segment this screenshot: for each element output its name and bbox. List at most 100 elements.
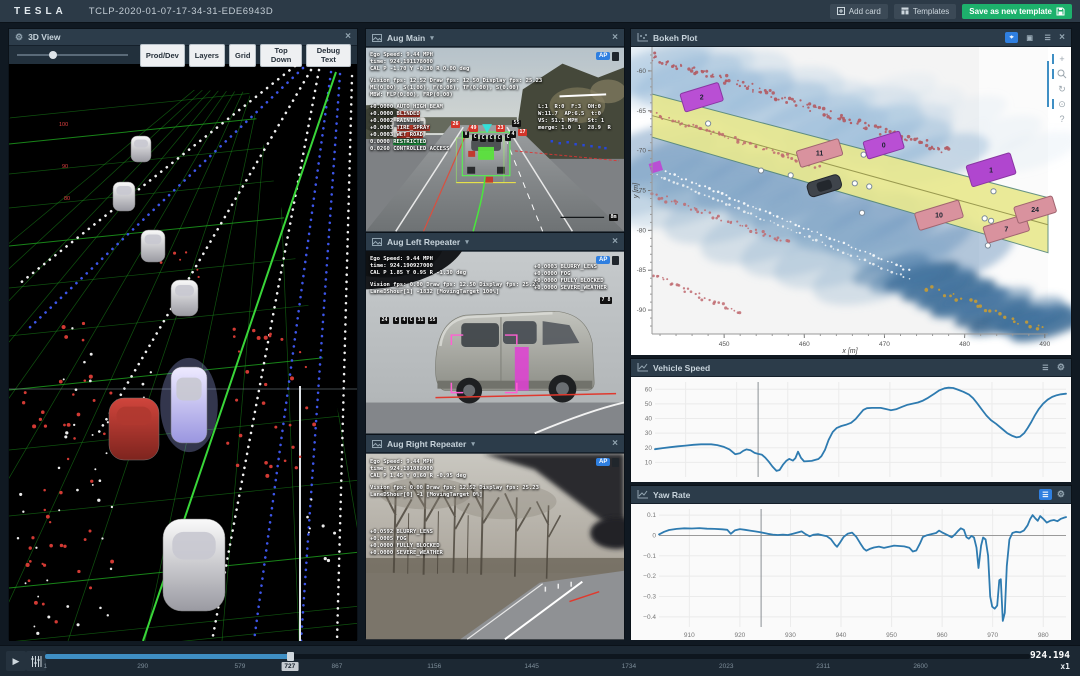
yaw-chart[interactable]: 9109209309409509609709800.10−0.1−0.2−0.3…: [631, 504, 1071, 640]
chevron-down-icon[interactable]: ▾: [465, 238, 469, 246]
play-button[interactable]: ▶: [6, 651, 26, 671]
legend-icon[interactable]: ☰: [1039, 489, 1052, 500]
view3d-button-grid[interactable]: Grid: [229, 44, 256, 67]
timeline-tick: 2023: [719, 663, 733, 670]
svg-text:0.1: 0.1: [647, 512, 656, 519]
svg-text:970: 970: [987, 632, 998, 639]
ap-badge: AP: [596, 52, 610, 60]
image-icon: [372, 238, 382, 246]
bokeh-toolbar: + ↻ ⊙ ?: [1056, 53, 1068, 125]
view3d-button-top-down[interactable]: Top Down: [260, 44, 301, 67]
ap-badge: AP: [596, 458, 610, 466]
svg-text:x [m]: x [m]: [841, 348, 858, 355]
view3d-canvas[interactable]: 1009080: [9, 64, 357, 641]
bokeh-canvas[interactable]: 2110110724450460470480490-60-65-70-75-80…: [631, 47, 1071, 355]
hud-fps: Vision fps: 0.00 Draw fps: 12.52 Display…: [370, 485, 539, 499]
svg-text:930: 930: [785, 632, 796, 639]
playback-timestamp: 924.194: [1030, 650, 1070, 661]
svg-text:10: 10: [645, 459, 653, 466]
ap-badge-side: [612, 52, 619, 61]
panel-title: Vehicle Speed: [653, 363, 710, 373]
svg-text:0: 0: [882, 143, 886, 150]
timeline-labels: 1290579867115614451734202323112600727: [45, 646, 1030, 676]
scatter-icon: [637, 33, 648, 42]
playback-rate: x1: [1060, 662, 1070, 671]
close-icon[interactable]: ×: [345, 32, 351, 42]
close-icon[interactable]: ×: [612, 33, 618, 43]
detection-badge: 7 8: [600, 297, 612, 304]
svg-text:1: 1: [989, 167, 993, 174]
save-template-button[interactable]: Save as new template: [962, 4, 1072, 19]
crosshair-tool-icon[interactable]: ⌖: [1005, 32, 1018, 43]
view3d-button-layers[interactable]: Layers: [189, 44, 225, 67]
tesla-logo: TESLA: [14, 6, 67, 17]
gear-icon: ⚙: [15, 33, 23, 42]
legend-icon[interactable]: ☰: [1041, 32, 1054, 43]
timeline-tick: 2311: [816, 663, 830, 670]
hud-env: +0.0592 BLURRY_LENS+0.0005 FOG+0.0000 FU…: [370, 529, 443, 557]
speed-chart[interactable]: 102030405060: [631, 377, 1071, 482]
box-zoom-tool-icon[interactable]: [1056, 68, 1068, 80]
gear-icon[interactable]: ⚙: [1057, 490, 1065, 499]
image-icon: [372, 440, 382, 448]
view3d-button-debug-text[interactable]: Debug Text: [306, 44, 351, 67]
svg-text:7: 7: [1004, 226, 1008, 233]
detection-badge: 4: [401, 317, 407, 324]
image-tool-icon[interactable]: ▣: [1023, 32, 1036, 43]
close-icon[interactable]: ×: [612, 439, 618, 449]
plus-square-icon: [837, 7, 845, 15]
ap-badge-side: [612, 256, 619, 265]
pan-tool-icon[interactable]: +: [1056, 53, 1068, 65]
svg-text:20: 20: [645, 445, 653, 452]
svg-text:-85: -85: [637, 267, 647, 274]
detection-badge: 49: [469, 125, 478, 132]
wheel-zoom-tool-icon[interactable]: ⊙: [1056, 98, 1068, 110]
timeline-tick: 867: [332, 663, 343, 670]
svg-text:-65: -65: [637, 108, 647, 115]
timeline-tick: 1734: [622, 663, 636, 670]
panel-title: Aug Main: [387, 33, 425, 43]
aug-right-view[interactable]: Ego Speed: 9.44 MPHtime: 924.191088000CA…: [366, 453, 624, 640]
svg-text:960: 960: [937, 632, 948, 639]
timeline-tick: 1: [44, 663, 48, 670]
reset-tool-icon[interactable]: ↻: [1056, 83, 1068, 95]
chevron-down-icon[interactable]: ▾: [430, 34, 434, 42]
svg-text:490: 490: [1039, 341, 1050, 348]
detection-badge: C: [408, 317, 414, 324]
add-card-button[interactable]: Add card: [830, 4, 888, 19]
hover-tool-icon[interactable]: ?: [1056, 113, 1068, 125]
panel-vehicle-speed: Vehicle Speed ☰ ⚙ 102030405060: [630, 358, 1072, 482]
svg-text:11: 11: [816, 151, 824, 158]
panel-title: Aug Right Repeater: [387, 439, 466, 449]
aug-left-view[interactable]: Ego Speed: 9.44 MPHtime: 924.190927000CA…: [366, 251, 624, 434]
chevron-down-icon[interactable]: ▾: [471, 440, 475, 448]
svg-text:-70: -70: [637, 148, 647, 155]
svg-text:910: 910: [684, 632, 695, 639]
view3d-toolbar: Prod/DevLayersGridTop DownDebug Text: [9, 46, 357, 64]
templates-button[interactable]: Templates: [894, 4, 956, 19]
top-bar: TESLA TCLP-2020-01-07-17-34-31-EDE6943D …: [0, 0, 1080, 23]
hud-ego: Ego Speed: 9.44 MPHtime: 924.191088000CA…: [370, 459, 466, 480]
detection-badge: 31: [416, 317, 425, 324]
aug-main-view[interactable]: Ego Speed: 9.44 MPHtime: 924.191178000CA…: [366, 47, 624, 232]
detection-badge: V: [463, 131, 469, 138]
svg-text:-80: -80: [637, 227, 647, 234]
gear-icon[interactable]: ⚙: [1057, 363, 1065, 372]
legend-icon[interactable]: ☰: [1039, 362, 1052, 373]
svg-text:y [m]: y [m]: [633, 182, 640, 199]
svg-text:−0.2: −0.2: [643, 573, 656, 580]
panel-title: Bokeh Plot: [653, 33, 697, 43]
view3d-button-prod-dev[interactable]: Prod/Dev: [140, 44, 185, 67]
session-title: TCLP-2020-01-07-17-34-31-EDE6943D: [89, 6, 273, 17]
svg-text:480: 480: [959, 341, 970, 348]
svg-text:−0.4: −0.4: [643, 614, 656, 621]
svg-text:2: 2: [700, 95, 704, 102]
zoom-slider[interactable]: [15, 50, 128, 60]
svg-text:-60: -60: [637, 68, 647, 75]
timeline-current-frame[interactable]: 727: [281, 662, 298, 671]
save-icon: [1056, 7, 1065, 16]
hud-env: +0.0003 BLURRY_LENS+0.0000 FOG+0.0000 FU…: [534, 264, 607, 292]
close-icon[interactable]: ×: [1059, 33, 1065, 43]
close-icon[interactable]: ×: [612, 237, 618, 247]
svg-text:−0.1: −0.1: [643, 553, 656, 560]
